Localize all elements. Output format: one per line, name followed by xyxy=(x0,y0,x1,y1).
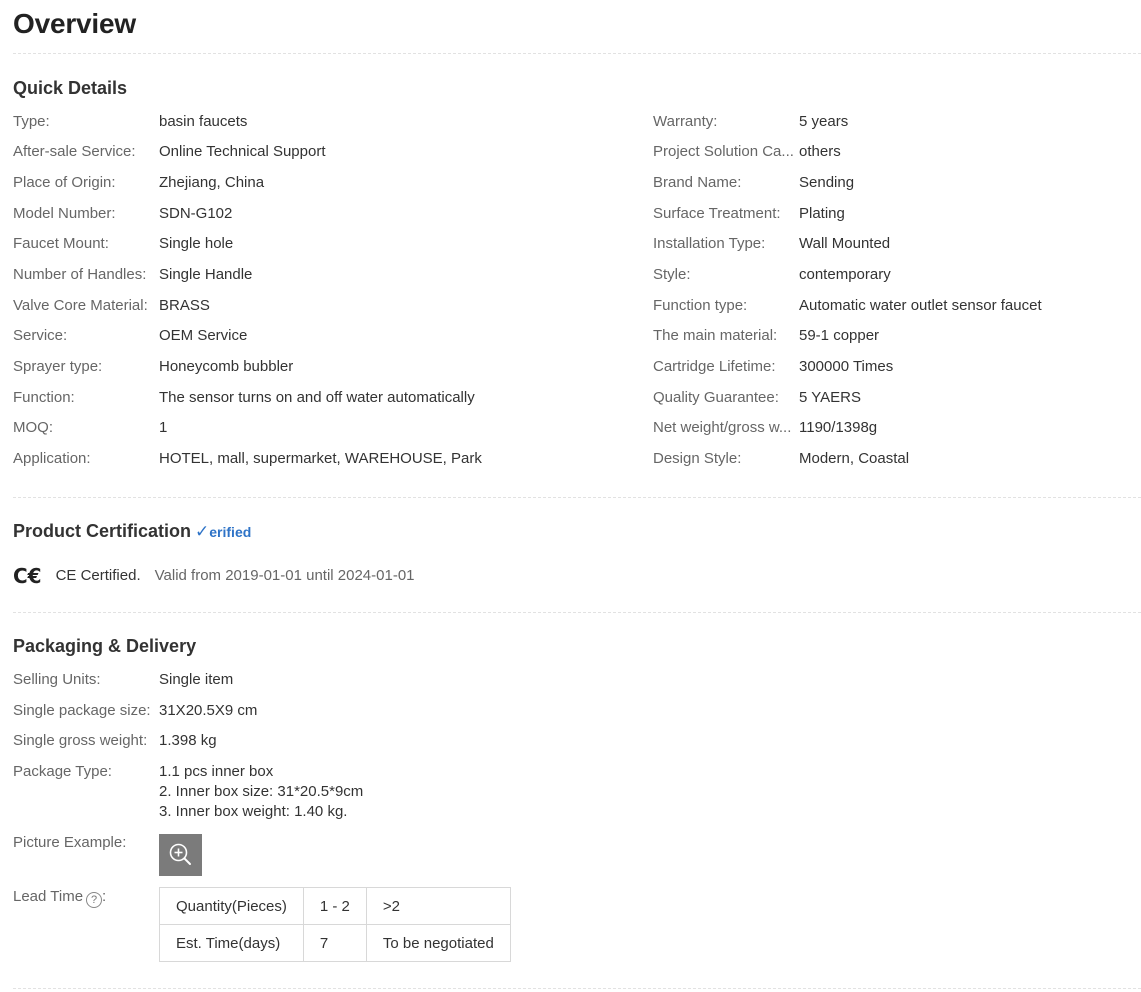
detail-value: 5 years xyxy=(799,113,849,130)
detail-label: Surface Treatment: xyxy=(653,205,781,222)
detail-value: Sending xyxy=(799,174,855,191)
detail-value: OEM Service xyxy=(159,327,248,344)
verified-text: erified xyxy=(209,524,252,540)
divider xyxy=(13,53,1141,54)
detail-value: contemporary xyxy=(799,266,891,283)
detail-value: Automatic water outlet sensor faucet xyxy=(799,297,1042,314)
detail-label: Faucet Mount: xyxy=(13,235,109,252)
detail-value: 5 YAERS xyxy=(799,389,861,406)
detail-label: Quality Guarantee: xyxy=(653,389,779,406)
detail-value: Wall Mounted xyxy=(799,235,891,252)
table-cell: To be negotiated xyxy=(365,924,511,962)
detail-label: Valve Core Material: xyxy=(13,297,148,314)
detail-label: Selling Units: xyxy=(13,671,101,688)
certificate-validity: Valid from 2019-01-01 until 2024-01-01 xyxy=(154,567,415,584)
table-row: Est. Time(days) 7 To be negotiated xyxy=(159,924,511,962)
detail-value: Modern, Coastal xyxy=(799,450,910,467)
certification-heading-text: Product Certification xyxy=(13,521,192,541)
table-cell: Est. Time(days) xyxy=(159,924,304,962)
detail-label: Model Number: xyxy=(13,205,116,222)
detail-label: Number of Handles: xyxy=(13,266,147,283)
zoom-in-icon xyxy=(169,843,191,865)
lead-time-table: Quantity(Pieces) 1 - 2 >2 Est. Time(days… xyxy=(159,887,511,962)
table-cell: 1 - 2 xyxy=(302,887,367,925)
detail-label: Single package size: xyxy=(13,702,151,719)
detail-value: Online Technical Support xyxy=(159,143,326,160)
detail-label: Style: xyxy=(653,266,691,283)
detail-value: 1.398 kg xyxy=(159,732,217,749)
table-row: Quantity(Pieces) 1 - 2 >2 xyxy=(159,887,511,925)
detail-label: Place of Origin: xyxy=(13,174,116,191)
table-cell: 7 xyxy=(302,924,367,962)
detail-value: 31X20.5X9 cm xyxy=(159,702,258,719)
detail-label: Brand Name: xyxy=(653,174,742,191)
detail-label: Project Solution Ca... xyxy=(653,143,794,160)
ce-mark-icon: C€ xyxy=(13,564,42,588)
detail-value: BRASS xyxy=(159,297,210,314)
detail-value: HOTEL, mall, supermarket, WAREHOUSE, Par… xyxy=(159,450,482,467)
divider xyxy=(13,497,1141,498)
table-cell: Quantity(Pieces) xyxy=(159,887,304,925)
detail-label: Warranty: xyxy=(653,113,718,130)
help-icon[interactable]: ? xyxy=(86,892,103,908)
quick-details-heading: Quick Details xyxy=(13,78,128,98)
detail-value: Single item xyxy=(159,671,234,688)
detail-value: 59-1 copper xyxy=(799,327,880,344)
divider xyxy=(13,612,1141,613)
detail-label: Function: xyxy=(13,389,75,406)
picture-example-button[interactable] xyxy=(159,834,202,876)
certificate-row: C€ CE Certified. Valid from 2019-01-01 unt… xyxy=(13,563,415,589)
detail-value: 300000 Times xyxy=(799,358,894,375)
product-certification-heading: Product Certification ✓erified xyxy=(13,521,251,542)
checkmark-icon: ✓ xyxy=(195,522,210,541)
package-type-line: 2. Inner box size: 31*20.5*9cm xyxy=(159,783,364,800)
detail-label: Single gross weight: xyxy=(13,732,148,749)
packaging-delivery-heading: Packaging & Delivery xyxy=(13,636,197,656)
detail-label: Picture Example: xyxy=(13,834,127,851)
detail-label: Type: xyxy=(13,113,50,130)
lead-time-label: Lead Time?: xyxy=(13,887,159,908)
detail-label: Service: xyxy=(13,327,68,344)
detail-value: 1 xyxy=(159,419,168,436)
detail-value: Single hole xyxy=(159,235,234,252)
detail-label: Application: xyxy=(13,450,91,467)
table-cell: >2 xyxy=(365,887,511,925)
detail-label: Package Type: xyxy=(13,763,112,780)
lead-time-colon: : xyxy=(102,888,107,905)
product-overview: Overview Quick Details Type: basin faucet… xyxy=(0,0,1141,992)
detail-label: MOQ: xyxy=(13,419,53,436)
detail-label: Net weight/gross w... xyxy=(653,419,792,436)
detail-value: basin faucets xyxy=(159,113,248,130)
lead-time-label-text: Lead Time xyxy=(13,888,84,905)
detail-label: Installation Type: xyxy=(653,235,766,252)
detail-label: The main material: xyxy=(653,327,778,344)
package-type-line: 3. Inner box weight: 1.40 kg. xyxy=(159,803,348,820)
detail-label: Cartridge Lifetime: xyxy=(653,358,776,375)
page-title: Overview xyxy=(13,8,136,39)
certificate-name: CE Certified. xyxy=(55,567,141,584)
detail-label: Design Style: xyxy=(653,450,742,467)
verified-badge: ✓erified xyxy=(195,522,252,541)
divider xyxy=(13,988,1141,989)
detail-label: Function type: xyxy=(653,297,748,314)
detail-value: The sensor turns on and off water automa… xyxy=(159,389,475,406)
detail-value: Zhejiang, China xyxy=(159,174,265,191)
detail-label: Sprayer type: xyxy=(13,358,103,375)
package-type-line: 1.1 pcs inner box xyxy=(159,763,274,780)
detail-value: Plating xyxy=(799,205,845,222)
package-type-lines: 1.1 pcs inner box 2. Inner box size: 31*… xyxy=(159,762,363,822)
detail-value: others xyxy=(799,143,841,160)
detail-value: Single Handle xyxy=(159,266,253,283)
detail-value: Honeycomb bubbler xyxy=(159,358,294,375)
detail-value: 1190/1398g xyxy=(799,419,878,436)
detail-value: SDN-G102 xyxy=(159,205,233,222)
detail-label: After-sale Service: xyxy=(13,143,136,160)
